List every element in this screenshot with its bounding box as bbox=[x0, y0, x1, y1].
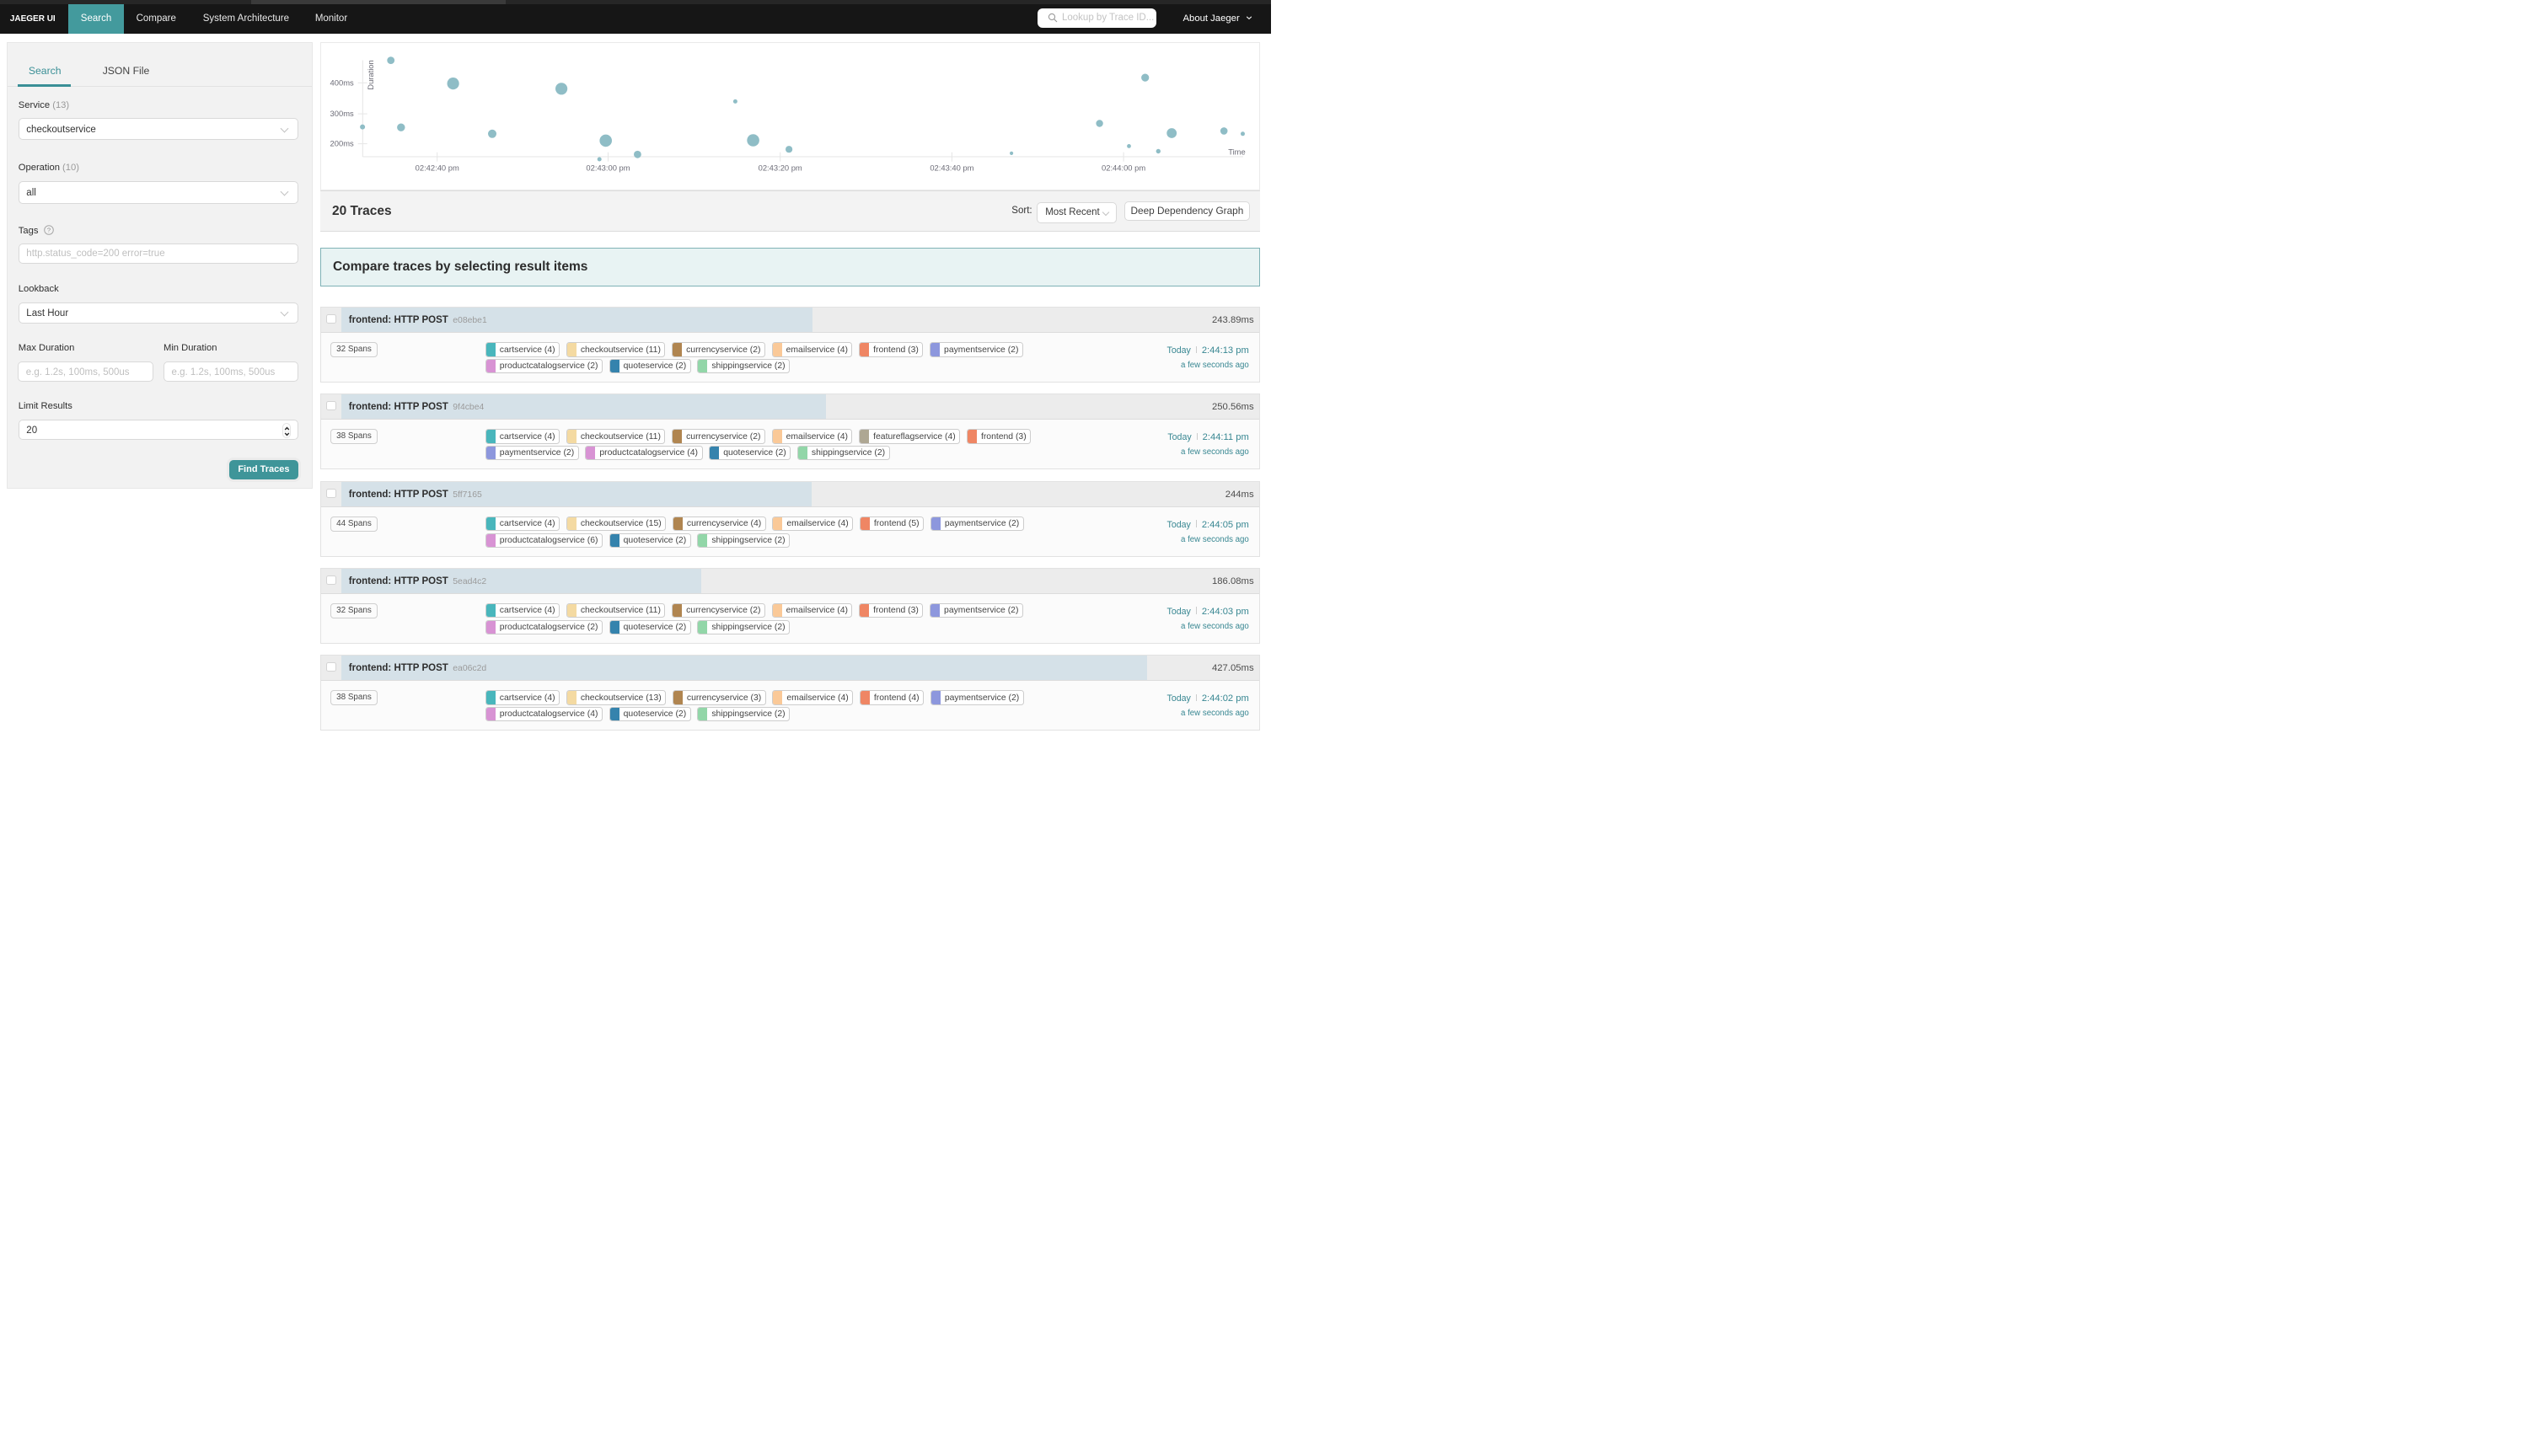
svg-text:200ms: 200ms bbox=[330, 139, 354, 148]
svg-text:02:43:00 pm: 02:43:00 pm bbox=[587, 163, 630, 173]
svg-text:02:42:40 pm: 02:42:40 pm bbox=[416, 163, 459, 173]
svg-text:?: ? bbox=[46, 226, 50, 233]
svg-text:02:43:40 pm: 02:43:40 pm bbox=[930, 163, 974, 173]
svg-text:02:43:20 pm: 02:43:20 pm bbox=[759, 163, 802, 173]
svg-text:Time: Time bbox=[1229, 147, 1246, 157]
svg-text:02:44:00 pm: 02:44:00 pm bbox=[1102, 163, 1145, 173]
svg-text:400ms: 400ms bbox=[330, 78, 354, 88]
svg-text:300ms: 300ms bbox=[330, 109, 354, 118]
svg-text:Duration: Duration bbox=[367, 61, 376, 90]
